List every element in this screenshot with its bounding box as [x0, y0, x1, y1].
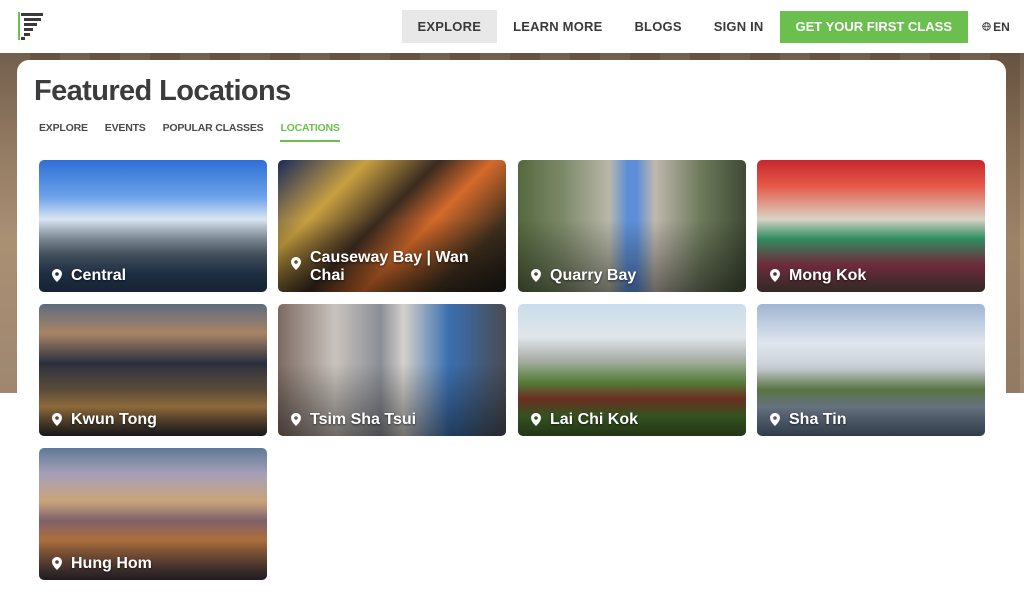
location-name: Sha Tin	[789, 411, 847, 428]
location-name: Central	[71, 267, 127, 284]
tab-locations[interactable]: LOCATIONS	[280, 122, 340, 142]
nav-explore[interactable]: EXPLORE	[401, 10, 498, 43]
page-title: Featured Locations	[34, 75, 291, 107]
map-pin-icon	[531, 269, 541, 282]
tab-events[interactable]: EVENTS	[105, 122, 146, 142]
location-card-quarry-bay[interactable]: Quarry Bay	[518, 160, 746, 292]
location-card-hung-hom[interactable]: Hung Hom	[39, 448, 267, 580]
location-card-sha-tin[interactable]: Sha Tin	[757, 304, 985, 436]
map-pin-icon	[531, 413, 541, 426]
globe-icon	[982, 22, 991, 31]
location-card-tsim-sha-tsui[interactable]: Tsim Sha Tsui	[278, 304, 506, 436]
section-tabs: EXPLORE EVENTS POPULAR CLASSES LOCATIONS	[39, 122, 340, 142]
nav-blogs[interactable]: BLOGS	[618, 10, 697, 43]
tab-popular-classes[interactable]: POPULAR CLASSES	[163, 122, 264, 142]
nav-sign-in[interactable]: SIGN IN	[698, 10, 780, 43]
map-pin-icon	[52, 413, 62, 426]
map-pin-icon	[52, 557, 62, 570]
map-pin-icon	[770, 413, 780, 426]
map-pin-icon	[52, 269, 62, 282]
language-label: EN	[993, 19, 1010, 34]
location-name: Tsim Sha Tsui	[310, 411, 417, 428]
map-pin-icon	[291, 413, 301, 426]
bars-logo-icon[interactable]	[16, 12, 46, 42]
location-name: Mong Kok	[789, 267, 867, 284]
location-card-causeway-bay-wan-chai[interactable]: Causeway Bay | Wan Chai	[278, 160, 506, 292]
main-nav: EXPLORE LEARN MORE BLOGS SIGN IN GET YOU…	[401, 10, 1024, 43]
location-card-kwun-tong[interactable]: Kwun Tong	[39, 304, 267, 436]
location-card-lai-chi-kok[interactable]: Lai Chi Kok	[518, 304, 746, 436]
nav-learn-more[interactable]: LEARN MORE	[497, 10, 618, 43]
featured-locations-panel: Featured Locations EXPLORE EVENTS POPULA…	[17, 60, 1006, 594]
map-pin-icon	[291, 257, 301, 270]
location-card-central[interactable]: Central	[39, 160, 267, 292]
location-name: Hung Hom	[71, 555, 152, 572]
get-first-class-button[interactable]: GET YOUR FIRST CLASS	[779, 10, 968, 43]
location-name: Lai Chi Kok	[550, 411, 639, 428]
location-name: Kwun Tong	[71, 411, 157, 428]
location-name: Causeway Bay | Wan Chai	[310, 249, 469, 284]
top-navigation-bar: EXPLORE LEARN MORE BLOGS SIGN IN GET YOU…	[0, 0, 1024, 53]
language-selector[interactable]: EN	[968, 20, 1024, 34]
location-name: Quarry Bay	[550, 267, 637, 284]
location-card-mong-kok[interactable]: Mong Kok	[757, 160, 985, 292]
tab-explore[interactable]: EXPLORE	[39, 122, 88, 142]
map-pin-icon	[770, 269, 780, 282]
